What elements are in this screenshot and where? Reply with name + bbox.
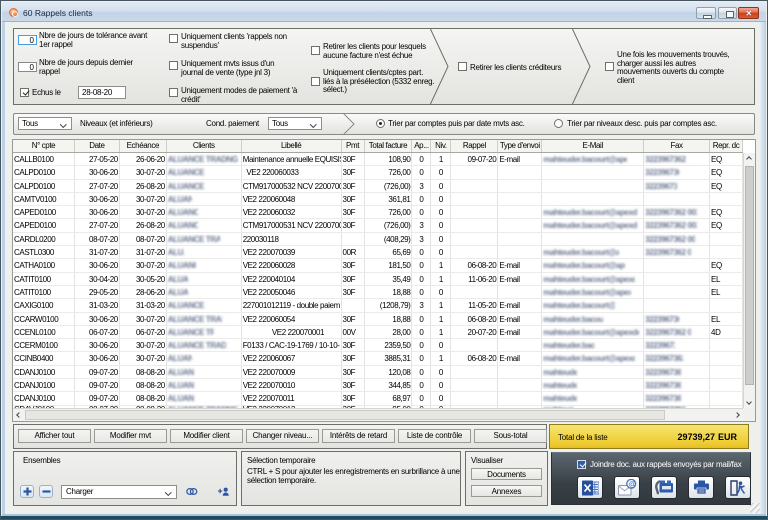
svg-text:@: @: [628, 480, 636, 489]
